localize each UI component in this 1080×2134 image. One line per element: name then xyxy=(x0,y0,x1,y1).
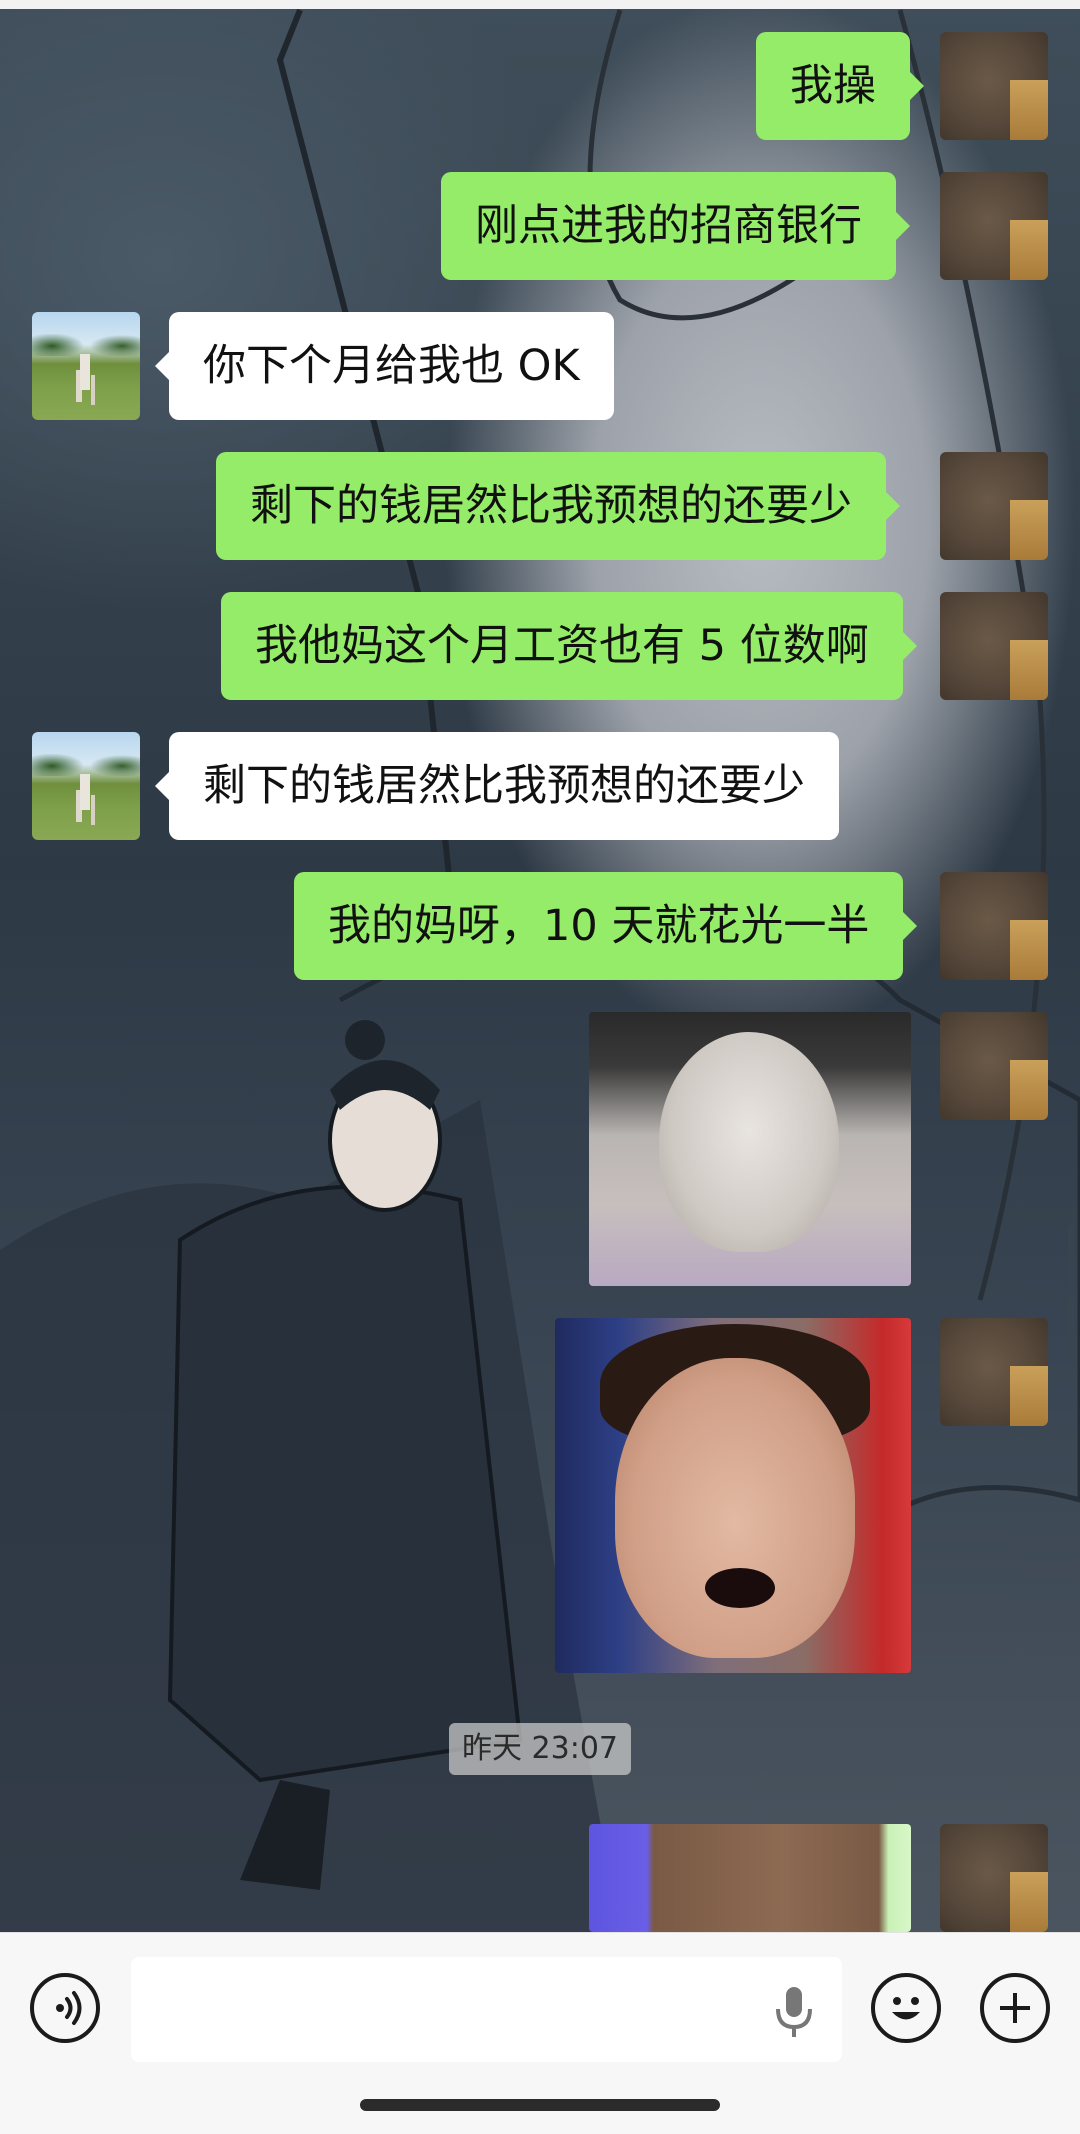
sticker-partial[interactable] xyxy=(589,1824,911,1932)
emoji-icon[interactable] xyxy=(871,1973,941,2043)
sticker-mouth-art xyxy=(705,1568,775,1608)
voice-icon[interactable] xyxy=(30,1973,100,2043)
scrollbar-thumb[interactable] xyxy=(1068,1225,1074,1355)
message-bubble-received[interactable]: 剩下的钱居然比我预想的还要少 xyxy=(155,732,839,840)
self-avatar[interactable] xyxy=(940,1318,1048,1426)
sticker-face-art xyxy=(615,1358,855,1658)
message-bubble-sent[interactable]: 我他妈这个月工资也有 5 位数啊 xyxy=(221,592,917,700)
self-avatar[interactable] xyxy=(940,592,1048,700)
sticker-startled-face[interactable] xyxy=(589,1012,911,1286)
sticker-face-art xyxy=(659,1032,839,1252)
microphone-icon[interactable] xyxy=(772,1985,816,2039)
self-avatar[interactable] xyxy=(940,452,1048,560)
home-indicator[interactable] xyxy=(360,2099,720,2111)
contact-avatar[interactable] xyxy=(32,312,140,420)
message-timestamp: 昨天 23:07 xyxy=(449,1723,631,1775)
message-bubble-sent[interactable]: 刚点进我的招商银行 xyxy=(441,172,910,280)
self-avatar[interactable] xyxy=(940,172,1048,280)
contact-avatar[interactable] xyxy=(32,732,140,840)
message-bubble-sent[interactable]: 剩下的钱居然比我预想的还要少 xyxy=(216,452,900,560)
message-bubble-sent[interactable]: 我的妈呀，10 天就花光一半 xyxy=(294,872,918,980)
message-bubble-received[interactable]: 你下个月给我也 OK xyxy=(155,312,614,420)
message-bubble-sent[interactable]: 我操 xyxy=(756,32,924,140)
sticker-shocked-man-face[interactable] xyxy=(555,1318,911,1673)
status-bar-strip xyxy=(0,0,1080,9)
message-input[interactable] xyxy=(131,1957,842,2062)
self-avatar[interactable] xyxy=(940,32,1048,140)
self-avatar[interactable] xyxy=(940,872,1048,980)
plus-icon[interactable] xyxy=(980,1973,1050,2043)
self-avatar[interactable] xyxy=(940,1012,1048,1120)
self-avatar[interactable] xyxy=(940,1824,1048,1932)
